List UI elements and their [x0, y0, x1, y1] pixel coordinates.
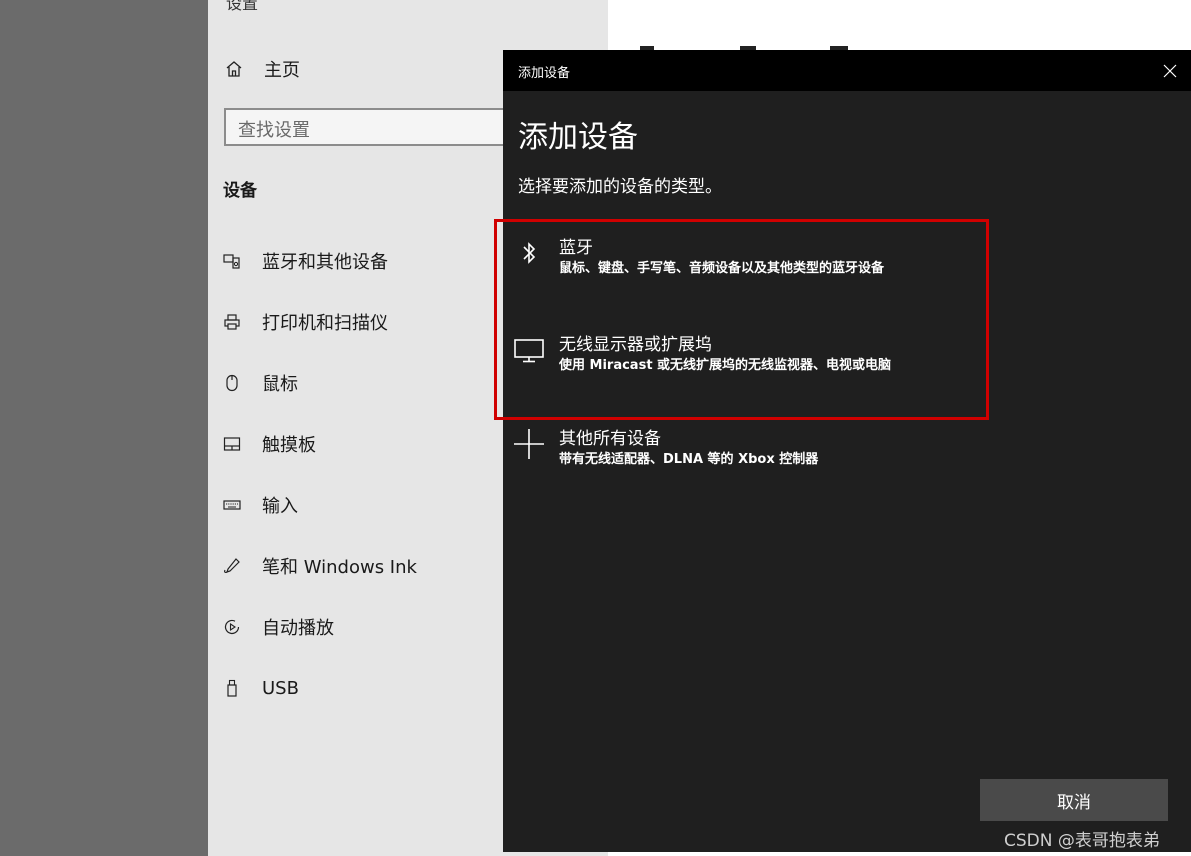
sidebar-item-bluetooth-devices[interactable]: 蓝牙和其他设备: [222, 247, 388, 275]
sidebar-item-printers[interactable]: 打印机和扫描仪: [222, 308, 388, 336]
dialog-heading: 添加设备: [518, 120, 638, 155]
option-description: 带有无线适配器、DLNA 等的 Xbox 控制器: [559, 452, 819, 467]
sidebar-item-label: 笔和 Windows Ink: [262, 557, 417, 578]
keyboard-icon: [222, 495, 242, 515]
sidebar-item-label: 触摸板: [262, 435, 316, 456]
sidebar-item-mouse[interactable]: 鼠标: [222, 369, 298, 397]
autoplay-icon: [222, 617, 242, 637]
section-title: 设备: [223, 181, 257, 201]
sidebar-item-pen[interactable]: 笔和 Windows Ink: [222, 552, 417, 580]
home-icon: [224, 59, 244, 79]
usb-icon: [222, 678, 242, 698]
home-label: 主页: [264, 60, 300, 81]
sidebar-item-autoplay[interactable]: 自动播放: [222, 613, 334, 641]
home-nav-item[interactable]: 主页: [224, 56, 300, 82]
sidebar-item-label: 输入: [262, 496, 298, 517]
dialog-titlebar: 添加设备: [503, 50, 1191, 91]
cancel-button[interactable]: 取消: [980, 779, 1168, 821]
sidebar-item-label: 鼠标: [262, 374, 298, 395]
sidebar-item-touchpad[interactable]: 触摸板: [222, 430, 316, 458]
sidebar-item-label: USB: [262, 677, 299, 699]
printer-icon: [222, 312, 242, 332]
close-icon[interactable]: [1159, 60, 1181, 82]
highlight-box: [494, 219, 989, 420]
touchpad-icon: [222, 434, 242, 454]
plus-icon: [513, 428, 545, 460]
dialog-window-title: 添加设备: [518, 66, 571, 81]
option-title: 其他所有设备: [559, 429, 661, 449]
mouse-icon: [222, 373, 242, 393]
option-everything-else[interactable]: 其他所有设备 带有无线适配器、DLNA 等的 Xbox 控制器: [513, 424, 983, 480]
watermark: CSDN @表哥抱表弟: [1004, 831, 1160, 851]
sidebar-item-label: 蓝牙和其他设备: [262, 252, 388, 273]
pen-icon: [222, 556, 242, 576]
settings-title: 设置: [226, 0, 259, 13]
search-input[interactable]: 查找设置: [224, 108, 524, 146]
background-left-panel: [0, 0, 208, 856]
bluetooth-devices-icon: [222, 251, 242, 271]
sidebar-item-label: 打印机和扫描仪: [262, 313, 388, 334]
dialog-subtitle: 选择要添加的设备的类型。: [518, 177, 722, 197]
sidebar-item-label: 自动播放: [262, 618, 334, 639]
sidebar-item-usb[interactable]: USB: [222, 674, 299, 702]
sidebar-item-typing[interactable]: 输入: [222, 491, 298, 519]
add-device-dialog: 添加设备 添加设备 选择要添加的设备的类型。 蓝牙 鼠标、键盘、手写笔、音频设备…: [503, 50, 1191, 852]
